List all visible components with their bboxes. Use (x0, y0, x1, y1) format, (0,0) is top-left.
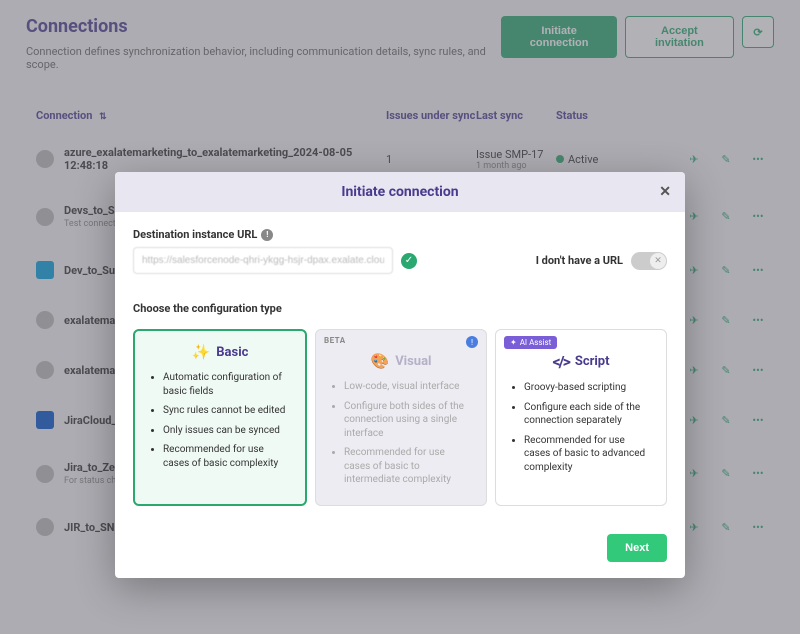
list-item: Groovy-based scripting (524, 381, 652, 395)
beta-badge: BETA (324, 336, 346, 345)
next-button[interactable]: Next (607, 534, 667, 562)
modal-overlay: Initiate connection ✕ Destination instan… (0, 0, 800, 634)
palette-icon: 🎨 (371, 352, 390, 370)
list-item: Sync rules cannot be edited (163, 404, 291, 418)
close-icon[interactable]: ✕ (659, 184, 671, 200)
toggle-knob: ✕ (650, 253, 666, 269)
list-item: Recommended for use cases of basic to in… (344, 446, 472, 487)
ai-assist-badge: ✦ AI Assist (504, 336, 557, 349)
list-item: Automatic configuration of basic fields (163, 371, 291, 398)
list-item: Configure each side of the connection se… (524, 401, 652, 428)
check-icon: ✓ (401, 253, 417, 269)
list-item: Recommended for use cases of basic compl… (163, 443, 291, 470)
magic-wand-icon: ✨ (192, 343, 211, 361)
destination-url-input[interactable] (133, 247, 393, 274)
modal-title: Initiate connection (341, 184, 458, 200)
code-icon: </> (552, 352, 568, 371)
url-label: Destination instance URL (133, 228, 257, 241)
list-item: Low-code, visual interface (344, 380, 472, 394)
info-icon[interactable]: ! (466, 336, 478, 348)
config-card-script[interactable]: ✦ AI Assist </> Script Groovy-based scri… (495, 329, 667, 506)
config-card-visual[interactable]: BETA ! 🎨 Visual Low-code, visual interfa… (315, 329, 487, 506)
no-url-toggle[interactable]: ✕ (631, 252, 667, 270)
sparkle-icon: ✦ (510, 338, 517, 347)
list-item: Recommended for use cases of basic to ad… (524, 434, 652, 475)
config-card-basic[interactable]: ✨ Basic Automatic configuration of basic… (133, 329, 307, 506)
list-item: Only issues can be synced (163, 424, 291, 438)
info-icon[interactable]: ! (261, 229, 273, 241)
initiate-connection-modal: Initiate connection ✕ Destination instan… (115, 172, 685, 578)
config-type-label: Choose the configuration type (133, 302, 667, 315)
no-url-label: I don't have a URL (536, 254, 623, 267)
list-item: Configure both sides of the connection u… (344, 400, 472, 441)
